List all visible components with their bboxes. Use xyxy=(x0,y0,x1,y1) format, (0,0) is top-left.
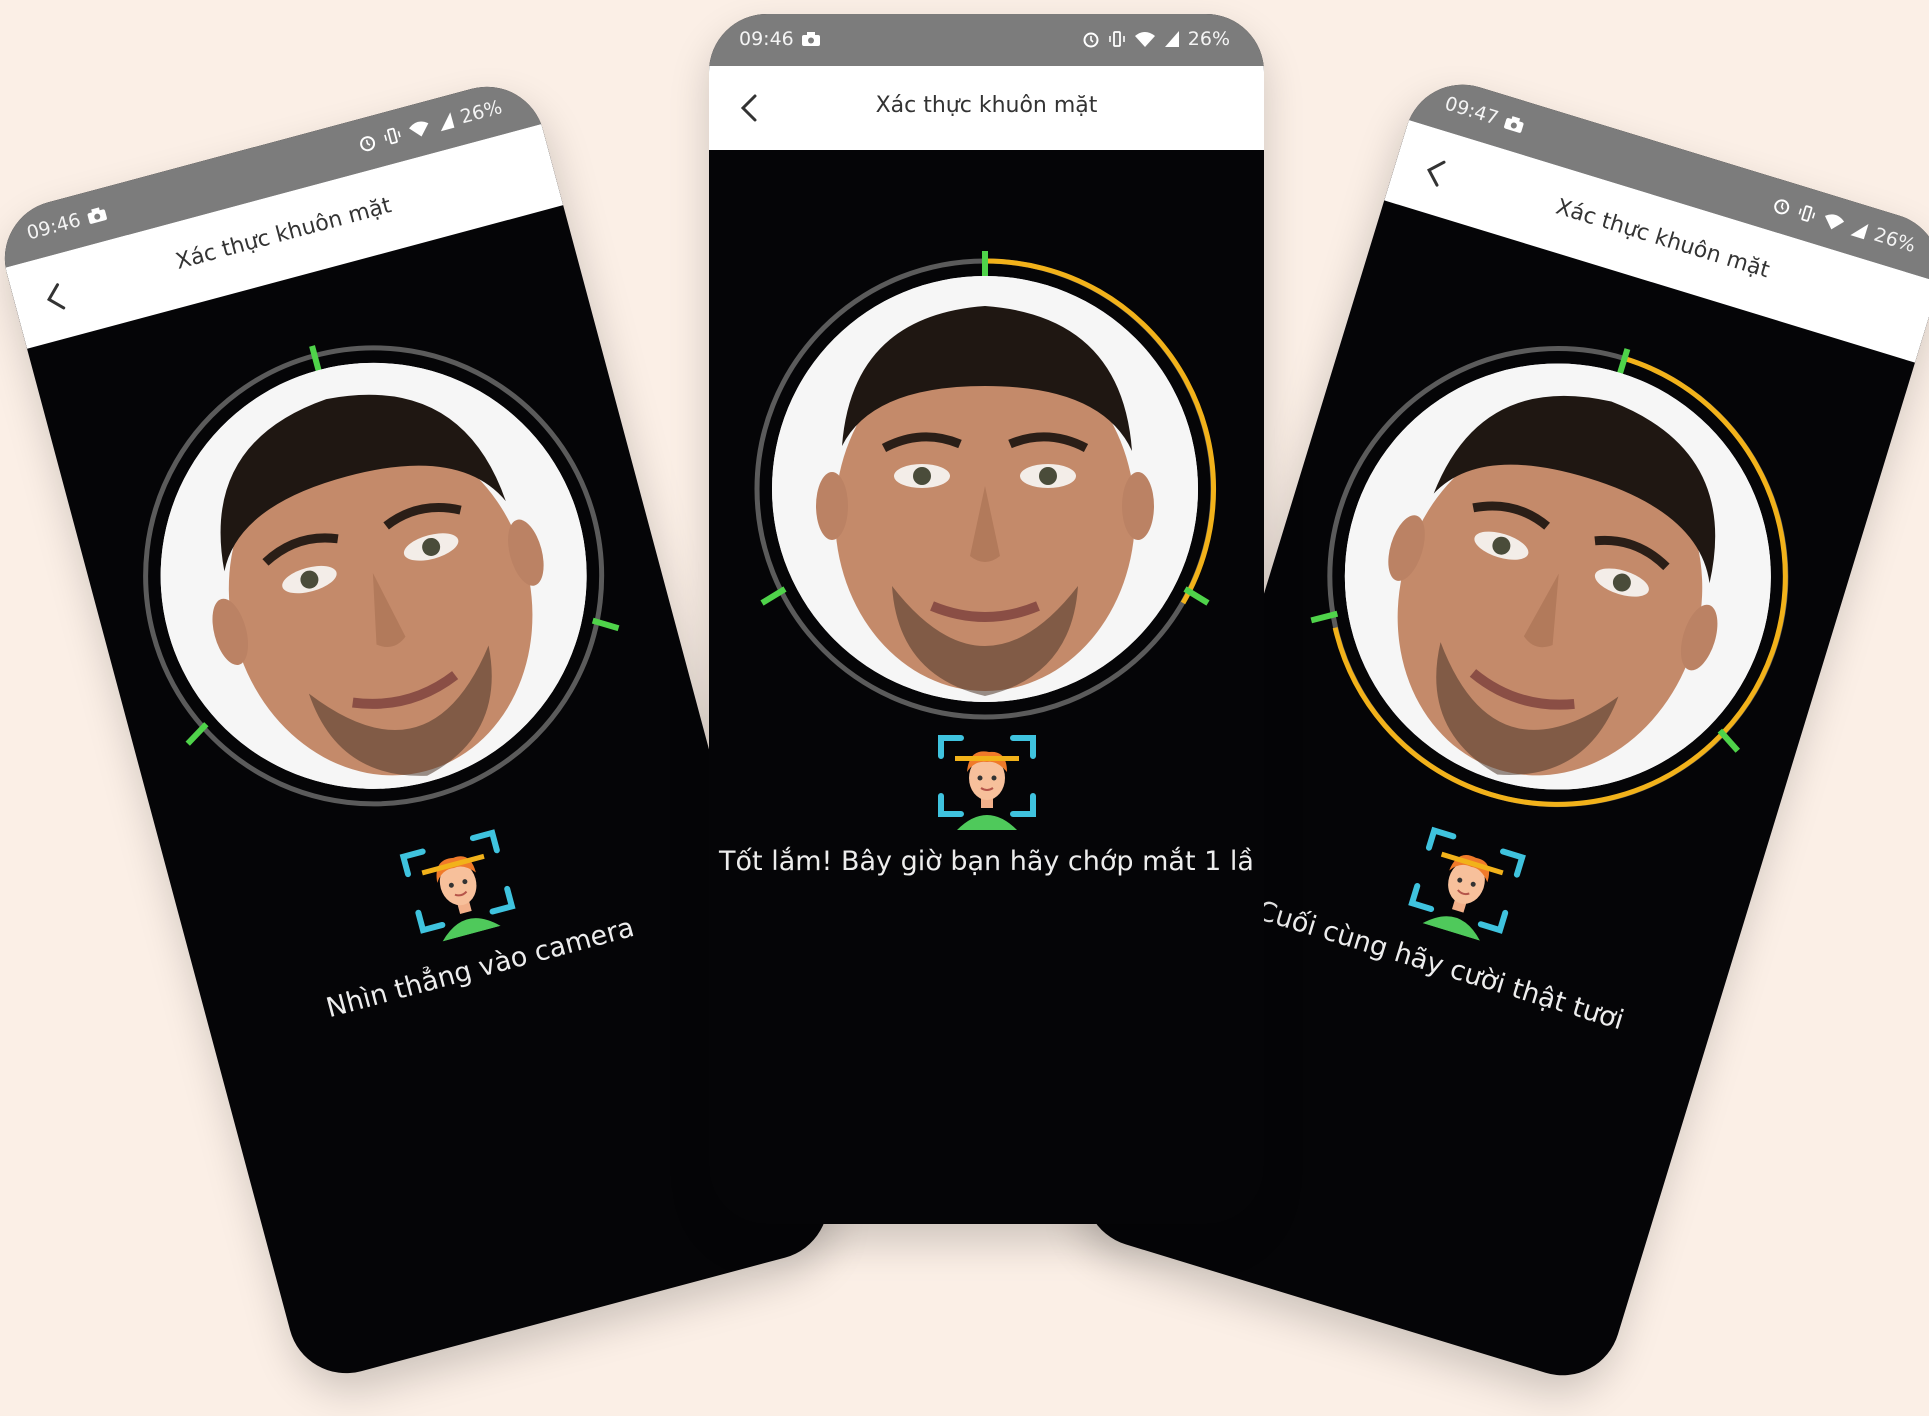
camera-icon xyxy=(87,207,107,224)
battery-percent: 26% xyxy=(1187,28,1230,50)
face-scan-area xyxy=(33,228,704,874)
wifi-icon xyxy=(1824,214,1844,230)
app-bar: Xác thực khuôn mặt xyxy=(709,66,1264,150)
vibrate-icon xyxy=(383,127,401,145)
blink-guide-icon xyxy=(935,730,1039,830)
camera-icon xyxy=(1504,116,1524,133)
alarm-icon xyxy=(359,136,375,152)
face-camera-preview xyxy=(772,276,1198,702)
status-time: 09:46 xyxy=(24,209,84,245)
phone-screen-blink: 09:46 26% Xác thực khuôn mặt Tốt lắm! Bâ… xyxy=(709,14,1264,1224)
vibrate-icon xyxy=(1798,205,1815,222)
signal-icon xyxy=(440,112,455,132)
smile-guide-icon xyxy=(1402,821,1531,947)
face-scan-area xyxy=(709,204,1264,724)
alarm-icon xyxy=(1083,32,1099,48)
signal-icon xyxy=(1164,31,1179,47)
status-time: 09:47 xyxy=(1442,92,1501,130)
alarm-icon xyxy=(1773,199,1789,215)
status-bar: 09:46 26% xyxy=(709,14,1264,66)
camera-icon xyxy=(802,32,820,46)
wifi-icon xyxy=(1134,32,1155,47)
battery-percent: 26% xyxy=(457,96,505,129)
wifi-icon xyxy=(408,121,429,137)
status-time: 09:46 xyxy=(739,28,794,50)
vibrate-icon xyxy=(1108,31,1125,47)
look-straight-guide-icon xyxy=(395,824,521,948)
instruction-text: Tốt lắm! Bây giờ bạn hãy chớp mắt 1 lầ xyxy=(719,846,1254,877)
page-title: Xác thực khuôn mặt xyxy=(875,93,1098,118)
battery-percent: 26% xyxy=(1871,223,1919,258)
signal-icon xyxy=(1850,223,1869,240)
